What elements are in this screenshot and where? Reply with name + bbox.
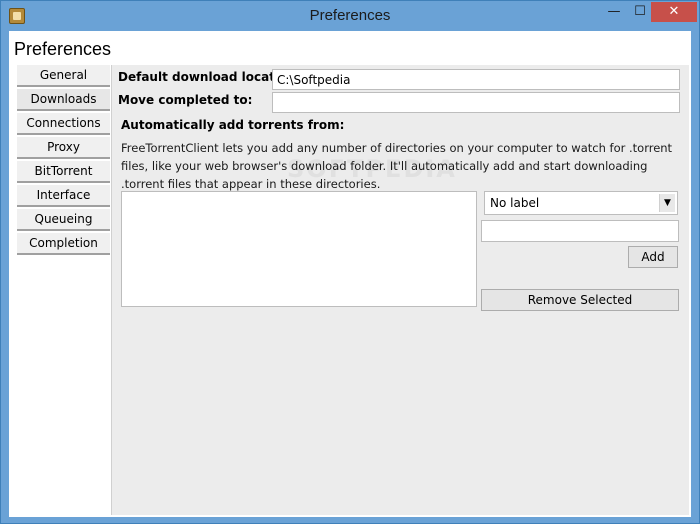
tab-queueing[interactable]: Queueing	[17, 209, 110, 231]
label-select-value: No label	[490, 196, 540, 210]
default-location-input[interactable]	[272, 69, 680, 90]
tab-general[interactable]: General	[17, 65, 110, 87]
auto-add-label: Automatically add torrents from:	[121, 118, 345, 132]
tab-completion[interactable]: Completion	[17, 233, 110, 255]
tab-proxy[interactable]: Proxy	[17, 137, 110, 159]
tab-bittorrent[interactable]: BitTorrent	[17, 161, 110, 183]
new-directory-input[interactable]	[481, 220, 679, 242]
tab-connections[interactable]: Connections	[17, 113, 110, 135]
remove-selected-button[interactable]: Remove Selected	[481, 289, 679, 311]
page-title: Preferences	[14, 39, 112, 59]
window-title: Preferences	[309, 7, 391, 24]
client-area: Preferences General Downloads Connection…	[9, 31, 691, 517]
watch-directories-list[interactable]	[121, 191, 477, 307]
tab-downloads[interactable]: Downloads	[17, 89, 110, 111]
maximize-button[interactable]: ☐	[627, 2, 653, 22]
close-button[interactable]: ✕	[651, 2, 697, 22]
downloads-panel: SOFTPEDIA Default download location: Mov…	[111, 65, 689, 515]
title-bar[interactable]: Preferences — ☐ ✕	[1, 1, 699, 31]
move-completed-input[interactable]	[272, 92, 680, 113]
preferences-window: Preferences — ☐ ✕ Preferences General Do…	[0, 0, 700, 524]
move-completed-label: Move completed to:	[118, 93, 253, 107]
chevron-down-icon[interactable]: ▼	[659, 194, 675, 212]
label-select[interactable]: No label ▼	[484, 191, 678, 215]
auto-add-description: FreeTorrentClient lets you add any numbe…	[121, 141, 673, 191]
minimize-button[interactable]: —	[601, 2, 627, 22]
tab-interface[interactable]: Interface	[17, 185, 110, 207]
add-button[interactable]: Add	[628, 246, 678, 268]
preferences-tab-list: General Downloads Connections Proxy BitT…	[17, 65, 110, 257]
